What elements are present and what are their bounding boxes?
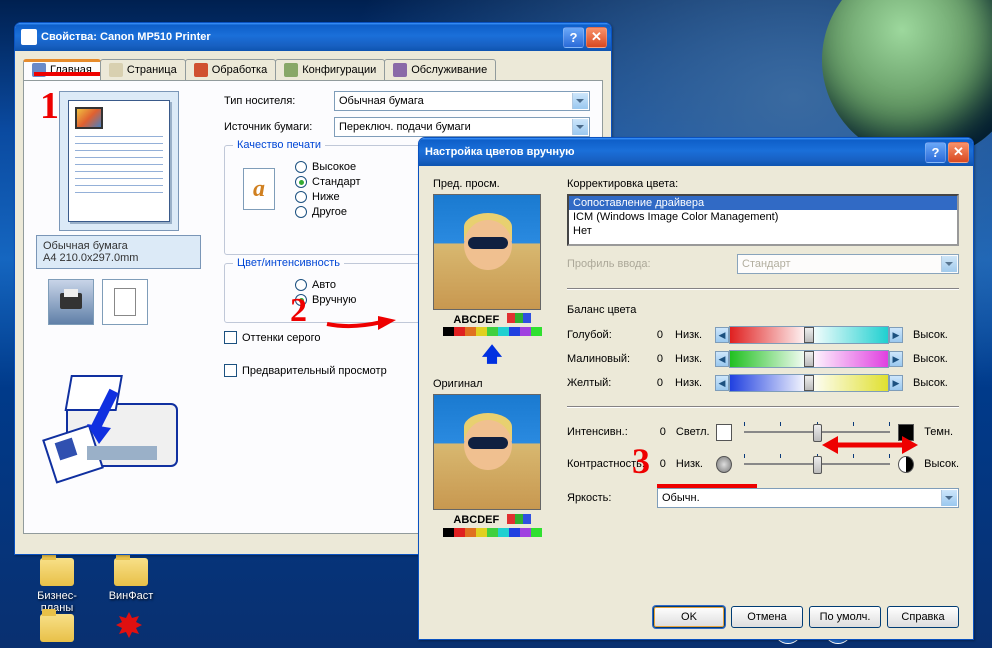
folder-icon: [114, 558, 148, 586]
slider-left[interactable]: ◀: [715, 375, 729, 391]
titlebar[interactable]: Настройка цветов вручную ? ✕: [419, 138, 973, 166]
tab-service[interactable]: Обслуживание: [384, 59, 496, 80]
media-label: Тип носителя:: [224, 95, 334, 107]
tab-strip: Главная Страница Обработка Конфигурации …: [23, 59, 603, 81]
desktop-folder-2[interactable]: ВинФаст: [96, 558, 166, 602]
light-icon: [716, 424, 732, 441]
correction-listbox[interactable]: Сопоставление драйвера ICM (Windows Imag…: [567, 194, 959, 246]
palette: [433, 528, 551, 537]
desktop-folder-1[interactable]: Бизнес-планы: [22, 558, 92, 614]
media-combo[interactable]: Обычная бумага: [334, 91, 590, 111]
window-title: Настройка цветов вручную: [425, 146, 575, 158]
printer-thumb-button[interactable]: [48, 279, 94, 325]
quality-icon: a: [243, 168, 275, 210]
list-item[interactable]: Нет: [569, 224, 957, 238]
balance-title: Баланс цвета: [567, 304, 959, 316]
printer-small-icon: [56, 289, 86, 315]
tab-label: Страница: [127, 64, 177, 76]
slider-right[interactable]: ▶: [889, 351, 903, 367]
tab-icon: [194, 63, 208, 77]
tab-icon: [284, 63, 298, 77]
icon-label: Бизнес-планы: [22, 590, 92, 614]
magenta-slider[interactable]: [729, 350, 889, 368]
yellow-row: Желтый: 0 Низк. ◀ ▶ Высок.: [567, 374, 959, 392]
tab-icon: [109, 63, 123, 77]
arrow-up-icon: 🡅: [433, 340, 551, 374]
intensity-slider[interactable]: [744, 422, 891, 442]
group-title: Цвет/интенсивность: [233, 257, 344, 269]
tab-config[interactable]: Конфигурации: [275, 59, 385, 80]
printer-icon: 🖨: [21, 29, 37, 45]
original-label: Оригинал: [433, 378, 551, 390]
sample-original: [433, 394, 541, 510]
slider-left[interactable]: ◀: [715, 351, 729, 367]
tab-label: Обслуживание: [411, 64, 487, 76]
yellow-slider[interactable]: [729, 374, 889, 392]
page-icon: [114, 288, 136, 316]
slider-right[interactable]: ▶: [889, 375, 903, 391]
default-button[interactable]: По умолч.: [809, 606, 881, 628]
close-button[interactable]: ✕: [586, 27, 607, 48]
help-text-button[interactable]: Справка: [887, 606, 959, 628]
intensity-row: Интенсивн.: 0 Светл. Темн.: [567, 422, 959, 442]
sample-preview: [433, 194, 541, 310]
folder-icon: [40, 614, 74, 642]
contrast-row: Контрастность: 0 Низк. Высок.: [567, 454, 959, 474]
cyan-row: Голубой: 0 Низк. ◀ ▶ Высок.: [567, 326, 959, 344]
tab-label: Конфигурации: [302, 64, 376, 76]
preview-label: Пред. просм.: [433, 178, 551, 190]
brightness-label: Яркость:: [567, 492, 647, 504]
close-button[interactable]: ✕: [948, 142, 969, 163]
titlebar[interactable]: 🖨 Свойства: Canon MP510 Printer ? ✕: [15, 23, 611, 51]
splat-icon: [113, 610, 145, 642]
annotation-underline-1: [34, 72, 100, 76]
list-item[interactable]: Сопоставление драйвера: [569, 196, 957, 210]
paper-info: Обычная бумага A4 210.0x297.0mm: [36, 235, 201, 269]
list-item[interactable]: ICM (Windows Image Color Management): [569, 210, 957, 224]
tab-main[interactable]: Главная: [23, 59, 101, 80]
page-thumb-button[interactable]: [102, 279, 148, 325]
desktop-splat[interactable]: [94, 610, 164, 642]
ok-button[interactable]: OK: [653, 606, 725, 628]
brightness-combo[interactable]: Обычн.: [657, 488, 959, 508]
profile-combo: Стандарт: [737, 254, 959, 274]
cancel-button[interactable]: Отмена: [731, 606, 803, 628]
slider-right[interactable]: ▶: [889, 327, 903, 343]
contrast-slider[interactable]: [744, 454, 891, 474]
profile-label: Профиль ввода:: [567, 258, 727, 270]
paper-preview: [59, 91, 179, 231]
high-contrast-icon: [898, 456, 914, 473]
help-button[interactable]: ?: [563, 27, 584, 48]
slider-left[interactable]: ◀: [715, 327, 729, 343]
window-title: Свойства: Canon MP510 Printer: [41, 31, 211, 43]
manual-color-window: Настройка цветов вручную ? ✕ Пред. просм…: [418, 137, 974, 640]
cyan-slider[interactable]: [729, 326, 889, 344]
source-label: Источник бумаги:: [224, 121, 334, 133]
icon-label: ВинФаст: [96, 590, 166, 602]
tab-page[interactable]: Страница: [100, 59, 186, 80]
magenta-row: Малиновый: 0 Низк. ◀ ▶ Высок.: [567, 350, 959, 368]
source-combo[interactable]: Переключ. подачи бумаги: [334, 117, 590, 137]
tab-icon: [393, 63, 407, 77]
abc-row: ABCDEF: [433, 512, 551, 526]
palette: [433, 327, 551, 336]
low-contrast-icon: [716, 456, 732, 473]
group-title: Качество печати: [233, 139, 325, 151]
printer-illustration: [36, 341, 201, 491]
tab-process[interactable]: Обработка: [185, 59, 276, 80]
tab-label: Обработка: [212, 64, 267, 76]
desktop-folder-3[interactable]: [22, 614, 92, 646]
abc-row: ABCDEF: [433, 312, 551, 326]
annotation-underline-3: [657, 484, 757, 488]
dark-icon: [898, 424, 914, 441]
correction-label: Корректировка цвета:: [567, 178, 959, 190]
folder-icon: [40, 558, 74, 586]
help-button[interactable]: ?: [925, 142, 946, 163]
